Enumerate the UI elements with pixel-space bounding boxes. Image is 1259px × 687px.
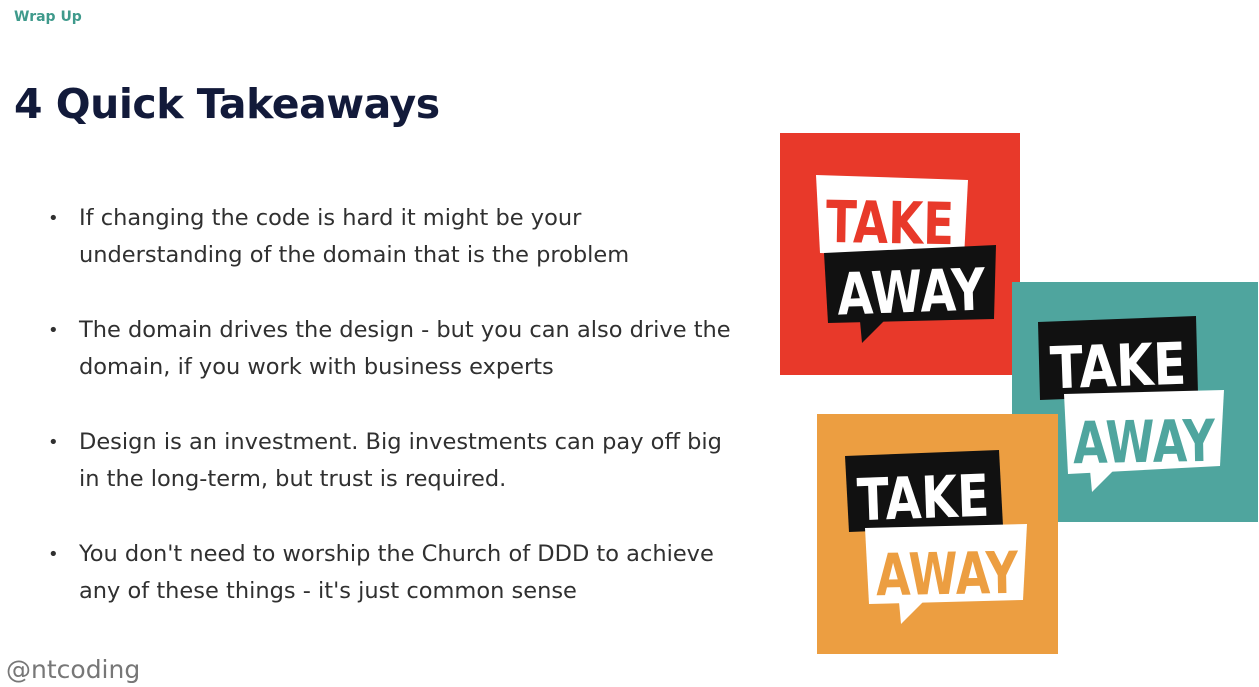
bullet-icon: • xyxy=(48,320,59,341)
takeaways-list: • If changing the code is hard it might … xyxy=(48,200,748,648)
takeaway-text: You don't need to worship the Church of … xyxy=(79,541,714,604)
card-top-word: TAKE xyxy=(856,462,990,535)
card-top-word: TAKE xyxy=(825,188,954,258)
takeaway-text: The domain drives the design - but you c… xyxy=(79,317,731,380)
takeaway-item: • If changing the code is hard it might … xyxy=(48,200,748,274)
card-bottom-word: AWAY xyxy=(875,539,1019,609)
bullet-icon: • xyxy=(48,432,59,453)
card-bottom-word: AWAY xyxy=(1072,407,1216,477)
slide-title: 4 Quick Takeaways xyxy=(14,80,440,128)
card-top-word: TAKE xyxy=(1049,330,1187,403)
takeaway-text: Design is an investment. Big investments… xyxy=(79,429,722,492)
takeaway-item: • Design is an investment. Big investmen… xyxy=(48,424,748,498)
section-label: Wrap Up xyxy=(14,9,82,25)
takeaway-item: • The domain drives the design - but you… xyxy=(48,312,748,386)
card-bottom-word: AWAY xyxy=(836,255,987,328)
takeaway-speech-bubbles-icon: TAKE AWAY xyxy=(780,133,1020,375)
takeaway-text: If changing the code is hard it might be… xyxy=(79,205,630,268)
bullet-icon: • xyxy=(48,544,59,565)
presenter-handle: @ntcoding xyxy=(6,655,141,684)
takeaway-card-red: TAKE AWAY xyxy=(780,133,1020,375)
takeaway-item: • You don't need to worship the Church o… xyxy=(48,536,748,610)
takeaway-speech-bubbles-icon: TAKE AWAY xyxy=(817,414,1058,654)
slide: Wrap Up 4 Quick Takeaways • If changing … xyxy=(0,0,1259,687)
bullet-icon: • xyxy=(48,208,59,229)
takeaway-card-orange: TAKE AWAY xyxy=(817,414,1058,654)
